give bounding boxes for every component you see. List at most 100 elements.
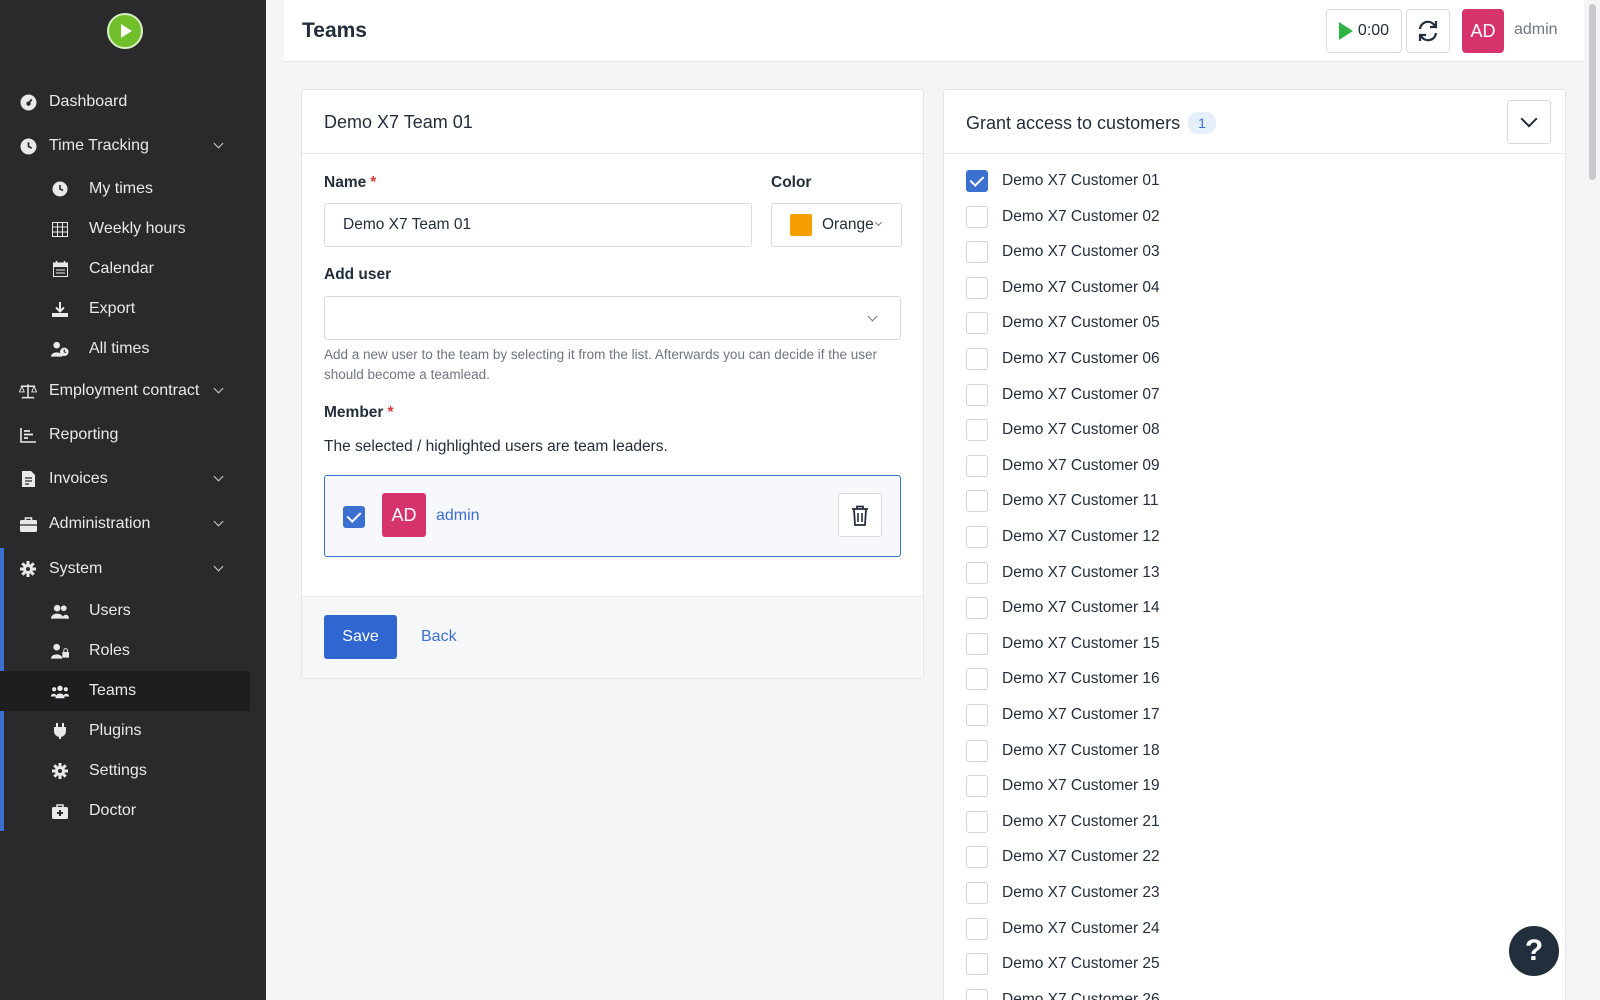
chevron-down-icon [213,138,224,149]
customer-row[interactable]: Demo X7 Customer 04 [966,276,1160,300]
sidebar-item-all-times[interactable]: All times [0,329,250,369]
customer-row[interactable]: Demo X7 Customer 03 [966,240,1160,264]
customer-checkbox[interactable] [966,419,988,442]
sidebar-item-plugins[interactable]: Plugins [0,711,250,751]
sidebar-item-invoices[interactable]: Invoices [0,459,250,499]
customer-checkbox[interactable] [966,312,988,335]
customer-checkbox[interactable] [966,348,988,370]
back-link[interactable]: Back [421,628,457,646]
customer-checkbox[interactable] [966,704,988,726]
customer-row[interactable]: Demo X7 Customer 16 [966,667,1160,691]
remove-member-button[interactable] [838,493,882,537]
start-timer-button[interactable]: 0:00 [1326,9,1402,53]
customer-row[interactable]: Demo X7 Customer 12 [966,525,1160,549]
help-button[interactable]: ? [1506,923,1562,979]
grant-customers-card: Grant access to customers 1 Demo X7 Cust… [943,89,1566,1000]
color-select[interactable]: Orange [771,203,902,247]
refresh-button[interactable] [1406,9,1450,53]
customer-checkbox[interactable] [966,597,988,620]
grant-title: Grant access to customers 1 [966,112,1216,134]
customer-checkbox[interactable] [966,383,988,406]
customer-label: Demo X7 Customer 14 [1002,599,1160,617]
sidebar-item-users[interactable]: Users [0,591,250,631]
page-scrollbar[interactable] [1587,0,1600,1000]
customer-checkbox[interactable] [966,846,988,869]
sidebar-item-label: Employment contract [49,382,200,399]
customer-label: Demo X7 Customer 19 [1002,777,1160,795]
customer-row[interactable]: Demo X7 Customer 08 [966,418,1160,442]
customer-row[interactable]: Demo X7 Customer 11 [966,489,1159,513]
sidebar-item-dashboard[interactable]: Dashboard [0,82,250,122]
customer-row[interactable]: Demo X7 Customer 26 [966,988,1160,1000]
customer-row[interactable]: Demo X7 Customer 21 [966,810,1160,834]
chevron-down-icon [867,311,878,322]
sidebar-item-system[interactable]: System [0,549,250,589]
customer-checkbox[interactable] [966,561,988,584]
save-button[interactable]: Save [324,615,397,659]
sidebar-item-time-tracking[interactable]: Time Tracking [0,126,250,166]
customer-checkbox[interactable] [966,276,988,299]
scrollbar-thumb[interactable] [1589,4,1596,180]
customer-row[interactable]: Demo X7 Customer 01 [966,169,1160,193]
customer-checkbox[interactable] [966,632,988,655]
sidebar-item-employment-contract[interactable]: Employment contract [0,371,250,411]
briefcase-icon [19,515,37,533]
sidebar-item-my-times[interactable]: My times [0,169,250,209]
sidebar-item-settings[interactable]: Settings [0,751,250,791]
customer-row[interactable]: Demo X7 Customer 17 [966,703,1160,727]
sidebar-item-doctor[interactable]: Doctor [0,791,250,831]
plug-icon [51,722,69,740]
customer-checkbox[interactable] [966,668,988,691]
member-name-link[interactable]: admin [436,507,480,525]
customer-row[interactable]: Demo X7 Customer 24 [966,917,1160,941]
add-user-select[interactable] [324,296,901,340]
customer-checkbox[interactable] [966,775,988,798]
customer-checkbox[interactable] [966,454,988,477]
user-menu-name[interactable]: admin [1514,21,1558,39]
sidebar-item-reporting[interactable]: Reporting [0,415,250,455]
sidebar-item-administration[interactable]: Administration [0,504,250,544]
team-icon [51,682,69,700]
customer-checkbox[interactable] [966,953,988,976]
customer-row[interactable]: Demo X7 Customer 19 [966,774,1160,798]
customer-row[interactable]: Demo X7 Customer 13 [966,561,1160,585]
customer-row[interactable]: Demo X7 Customer 07 [966,383,1160,407]
sidebar-item-weekly-hours[interactable]: Weekly hours [0,209,250,249]
customer-checkbox[interactable] [966,739,988,762]
customer-checkbox[interactable] [966,917,988,940]
customer-row[interactable]: Demo X7 Customer 15 [966,632,1160,656]
add-user-hint: Add a new user to the team by selecting … [324,347,878,382]
customer-checkbox[interactable] [966,205,988,228]
sidebar-item-export[interactable]: Export [0,289,250,329]
customer-checkbox[interactable] [966,526,988,548]
customer-row[interactable]: Demo X7 Customer 05 [966,311,1160,335]
sidebar-item-calendar[interactable]: Calendar [0,249,250,289]
customer-row[interactable]: Demo X7 Customer 18 [966,739,1160,763]
customer-row[interactable]: Demo X7 Customer 22 [966,845,1160,869]
calendar-icon [51,260,69,278]
customer-row[interactable]: Demo X7 Customer 14 [966,596,1160,620]
customer-row[interactable]: Demo X7 Customer 23 [966,881,1160,905]
collapse-button[interactable] [1507,100,1551,144]
sidebar-item-label: System [49,560,103,577]
teamlead-checkbox[interactable] [343,506,365,528]
customer-row[interactable]: Demo X7 Customer 25 [966,952,1160,976]
sidebar-item-label: Plugins [89,722,142,739]
customer-row[interactable]: Demo X7 Customer 02 [966,205,1160,229]
form-footer: Save Back [302,596,923,678]
customer-label: Demo X7 Customer 16 [1002,670,1160,688]
customer-checkbox[interactable] [966,241,988,264]
app-logo-icon[interactable] [107,13,143,49]
sidebar-item-label: All times [89,340,150,357]
avatar[interactable]: AD [1462,9,1504,53]
customer-checkbox[interactable] [966,882,988,904]
sidebar-item-roles[interactable]: Roles [0,631,250,671]
customer-row[interactable]: Demo X7 Customer 06 [966,347,1160,371]
customer-row[interactable]: Demo X7 Customer 09 [966,454,1160,478]
customer-checkbox[interactable] [966,988,988,1000]
sidebar-item-teams[interactable]: Teams [0,671,250,711]
customer-checkbox[interactable] [966,810,988,833]
customer-checkbox[interactable] [966,170,988,192]
name-field[interactable]: Demo X7 Team 01 [324,203,752,247]
customer-checkbox[interactable] [966,490,988,513]
